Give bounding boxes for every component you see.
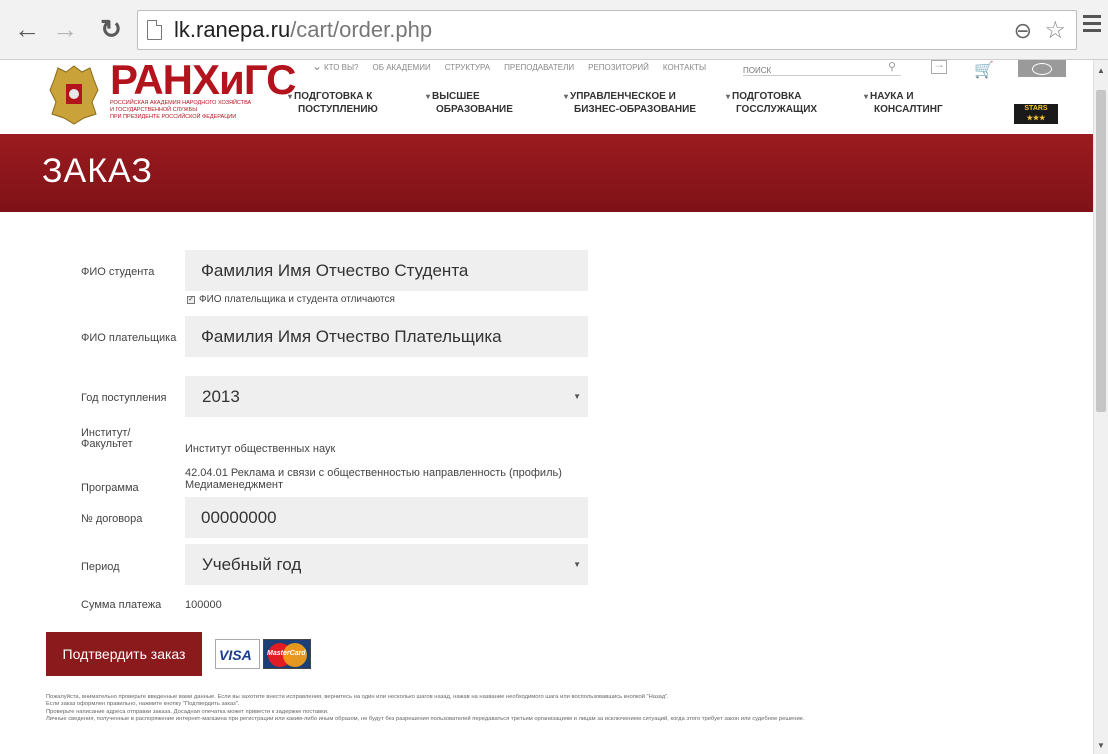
scroll-down-icon[interactable]: ▼ [1097, 741, 1105, 750]
top-nav-about[interactable]: Об академии [373, 63, 431, 72]
top-nav-who-are-you[interactable]: Кто вы? [312, 59, 359, 73]
note-line: Личные сведения, полученные в распоряжен… [46, 716, 805, 723]
institute-label: Институт/ Факультет [81, 427, 133, 450]
zoom-icon[interactable]: ⊖ [1014, 18, 1032, 44]
mastercard-icon: MasterCard [263, 639, 311, 669]
site-search: ⚲ [743, 60, 901, 76]
top-nav-repository[interactable]: Репозиторий [588, 63, 649, 72]
logo-subtitle: Российская академия народного хозяйства … [110, 100, 260, 121]
main-nav-business-education[interactable]: ▾ Управленческое и бизнес-образование [564, 90, 696, 116]
payment-amount-label: Сумма платежа [81, 599, 162, 611]
logo-subtitle-line-2: и государственной службы [110, 107, 198, 113]
chevron-down-icon: ▼ [573, 392, 581, 401]
forward-arrow-icon[interactable]: → [50, 14, 80, 44]
scroll-up-icon[interactable]: ▲ [1097, 66, 1105, 75]
page-title: ЗАКАЗ [42, 152, 153, 190]
payer-differs-checkbox[interactable]: ✓ [187, 295, 195, 304]
browser-menu-icon[interactable] [1083, 15, 1101, 32]
admission-year-label: Год поступления [81, 392, 167, 404]
main-nav-science[interactable]: ▾ Наука и консалтинг [864, 90, 943, 116]
logo-subtitle-line-1: Российская академия народного хозяйства [110, 100, 252, 106]
chevron-down-icon: ▼ [573, 560, 581, 569]
page-icon [147, 20, 162, 40]
accessibility-eye-icon[interactable] [1018, 60, 1066, 77]
payer-name-input[interactable] [185, 316, 588, 357]
period-select[interactable]: Учебный год ▼ [185, 544, 588, 585]
page-banner: ЗАКАЗ [0, 134, 1093, 212]
top-nav-structure[interactable]: Структура [445, 63, 490, 72]
address-bar[interactable]: lk.ranepa.ru/cart/order.php ⊖ ☆ [137, 10, 1077, 50]
emblem-icon[interactable] [46, 62, 102, 126]
payer-differs-row[interactable]: ✓ ФИО плательщика и студента отличаются [187, 294, 395, 305]
top-nav: Кто вы? Об академии Структура Преподават… [312, 59, 706, 73]
period-label: Период [81, 561, 120, 573]
mastercard-label: MasterCard [267, 650, 306, 657]
main-nav-admission[interactable]: ▾ Подготовка к поступлению [288, 90, 378, 116]
reload-icon[interactable]: ↻ [96, 14, 126, 44]
main-nav-civil-servants[interactable]: ▾ Подготовка госслужащих [726, 90, 817, 116]
program-label: Программа [81, 482, 139, 494]
note-line: Пожалуйста, внимательно проверьте введен… [46, 694, 669, 700]
browser-toolbar: ← → ↻ lk.ranepa.ru/cart/order.php ⊖ ☆ [0, 0, 1108, 60]
main-nav: ▾ Подготовка к поступлению ▾ Высшее образова… [288, 90, 988, 124]
url-host: lk.ranepa.ru [174, 17, 291, 42]
login-icon[interactable] [931, 57, 947, 74]
top-nav-teachers[interactable]: Преподаватели [504, 63, 574, 72]
contract-number-input[interactable] [185, 497, 588, 538]
bookmark-star-icon[interactable]: ☆ [1044, 16, 1066, 45]
back-arrow-icon[interactable]: ← [12, 14, 42, 44]
scroll-thumb[interactable] [1096, 90, 1106, 412]
site-header: РАНХиГС Российская академия народного хо… [0, 57, 1093, 134]
contract-number-label: № договора [81, 513, 143, 525]
order-notes: Пожалуйста, внимательно проверьте введен… [46, 694, 1046, 724]
institute-value: Институт общественных наук [185, 443, 336, 455]
logo-subtitle-line-3: при Президенте Российской Федерации [110, 114, 237, 120]
top-nav-contacts[interactable]: Контакты [663, 63, 706, 72]
payer-name-label: ФИО плательщика [81, 332, 177, 344]
confirm-order-button[interactable]: Подтвердить заказ [46, 632, 202, 676]
note-line: Если заказ оформлен правильно, нажмите к… [46, 701, 240, 708]
search-input[interactable] [743, 66, 873, 75]
page-scrollbar[interactable]: ▲ ▼ [1093, 60, 1108, 754]
stars-badge-rating: ★★★ [1026, 115, 1046, 122]
student-name-label: ФИО студента [81, 266, 155, 278]
logo-title[interactable]: РАНХиГС [110, 59, 296, 101]
search-icon[interactable]: ⚲ [888, 60, 896, 73]
stars-badge-title: STARS [1024, 105, 1048, 112]
student-name-input[interactable] [185, 250, 588, 291]
payer-differs-label: ФИО плательщика и студента отличаются [199, 294, 395, 305]
visa-label: VISA [219, 647, 252, 663]
url-text[interactable]: lk.ranepa.ru/cart/order.php [174, 17, 432, 43]
main-nav-higher-education[interactable]: ▾ Высшее образование [426, 90, 513, 116]
order-form: ФИО студента ✓ ФИО плательщика и студент… [0, 212, 1093, 754]
admission-year-value: 2013 [202, 387, 240, 406]
visa-icon: VISA [215, 639, 260, 669]
url-path: /cart/order.php [290, 17, 433, 42]
cart-icon[interactable]: 🛒 [974, 60, 994, 80]
stars-badge[interactable]: STARS ★★★ [1014, 104, 1058, 124]
payment-amount-value: 100000 [185, 599, 222, 611]
admission-year-select[interactable]: 2013 ▼ [185, 376, 588, 417]
program-value: 42.04.01 Реклама и связи с общественност… [185, 467, 562, 491]
period-value: Учебный год [202, 555, 302, 574]
